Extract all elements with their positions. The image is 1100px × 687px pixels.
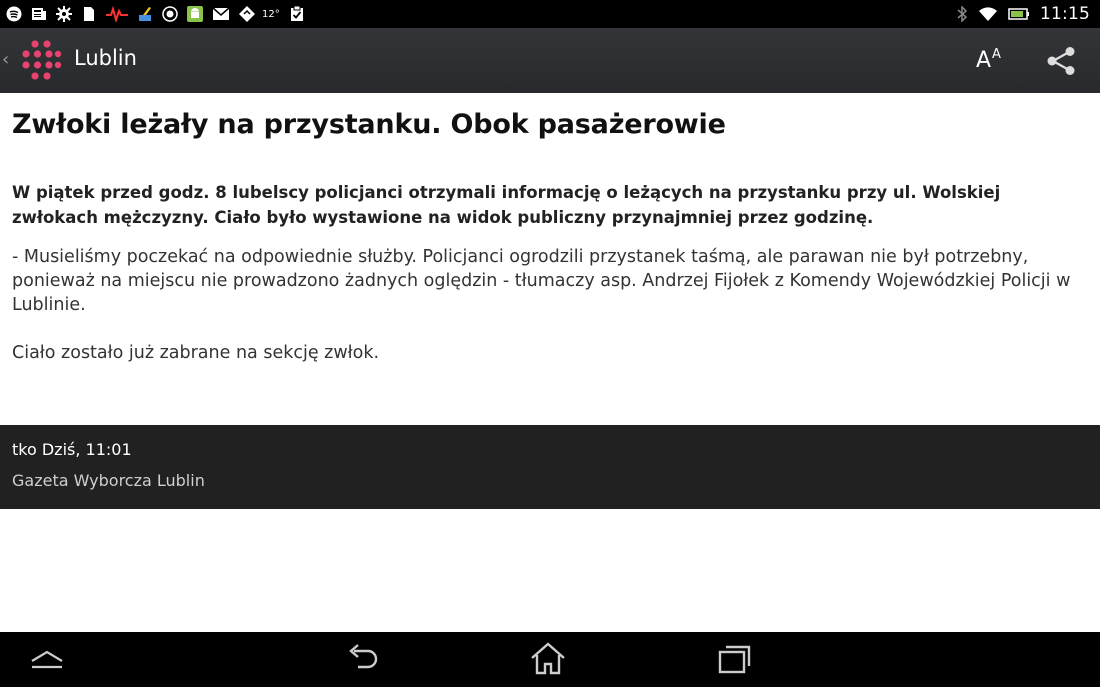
- home-icon[interactable]: [528, 641, 568, 677]
- section-title: Lublin: [74, 46, 137, 70]
- clipboard-check-icon: [290, 6, 303, 21]
- paint-icon: [139, 7, 151, 21]
- spotify-icon: [6, 6, 22, 22]
- status-bar: 12° 11:15: [0, 0, 1100, 28]
- pulse-icon: [106, 6, 128, 22]
- news-icon: [32, 8, 46, 20]
- recent-apps-icon[interactable]: [715, 641, 755, 677]
- article-meta-band: tko Dziś, 11:01 Gazeta Wyborcza Lublin: [0, 425, 1100, 509]
- record-icon: [162, 6, 178, 22]
- article-paragraph: - Musieliśmy poczekać na odpowiednie słu…: [12, 247, 1071, 315]
- wifi-icon: [979, 7, 997, 21]
- bluetooth-icon: [957, 6, 968, 22]
- app-icon: [239, 6, 255, 22]
- article-headline: Zwłoki leżały na przystanku. Obok pasaże…: [12, 109, 726, 140]
- battery-icon: [1008, 8, 1029, 20]
- temperature: 12°: [262, 8, 280, 20]
- font-size-button[interactable]: A A: [970, 42, 1010, 78]
- article-lead: W piątek przed godz. 8 lubelscy policjan…: [12, 183, 1001, 227]
- android-icon: [187, 6, 203, 22]
- app-logo[interactable]: [20, 39, 62, 81]
- back-icon[interactable]: [344, 641, 384, 677]
- up-caret-icon[interactable]: ‹: [2, 47, 14, 73]
- navigation-bar: [0, 632, 1100, 687]
- notification-icons: 12°: [6, 0, 305, 28]
- clock: 11:15: [1040, 4, 1090, 24]
- gmail-icon: [212, 7, 230, 20]
- action-bar: ‹ Lublin A A: [0, 28, 1100, 93]
- document-icon: [84, 7, 94, 21]
- publish-date: tko Dziś, 11:01: [12, 440, 132, 459]
- article-source: Gazeta Wyborcza Lublin: [12, 471, 205, 490]
- share-icon[interactable]: [1044, 44, 1078, 78]
- font-size-icon-big: A: [976, 48, 992, 73]
- font-size-icon-small: A: [992, 47, 1001, 62]
- settings-icon: [56, 6, 72, 22]
- system-status: 11:15: [956, 0, 1090, 28]
- article-paragraph: Ciało zostało już zabrane na sekcję zwło…: [12, 343, 380, 363]
- menu-up-icon[interactable]: [27, 641, 67, 677]
